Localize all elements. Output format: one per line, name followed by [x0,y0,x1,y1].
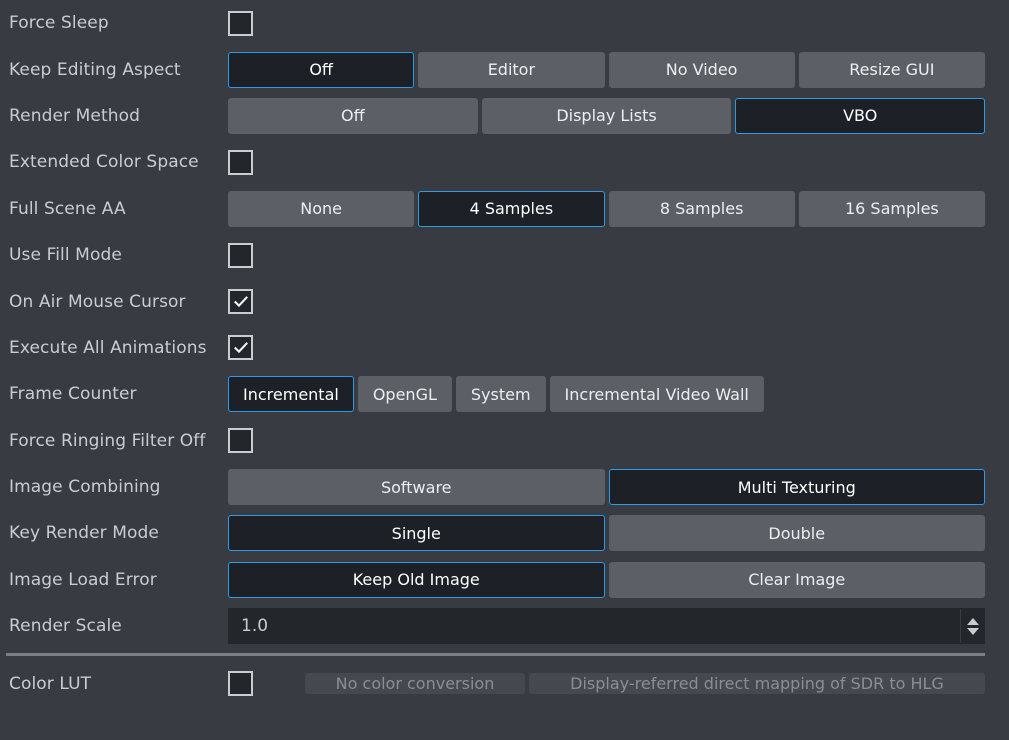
option-4-samples[interactable]: 4 Samples [418,190,605,227]
segmented-group-frame-counter: Incremental OpenGL System Incremental Video… [228,376,985,413]
row-label-color-lut: Color LUT [9,673,92,694]
row-label-render-method: Render Method [9,105,140,126]
row-control-on-air-mouse-cursor [228,278,985,324]
settings-row-frame-counter: Frame Counter Incremental OpenGL System Incr… [0,371,1009,417]
row-label-extended-color-space: Extended Color Space [9,152,199,173]
row-control-frame-counter: Incremental OpenGL System Incremental Video… [228,371,985,417]
row-control-image-load-error: Keep Old Image Clear Image [228,557,985,603]
checkmark-icon [233,342,248,354]
row-control-execute-all-animations [228,325,985,371]
settings-row-on-air-mouse-cursor: On Air Mouse Cursor [0,278,1009,324]
option-multi-texturing[interactable]: Multi Texturing [608,469,985,506]
settings-row-extended-color-space: Extended Color Space [0,139,1009,185]
option-incremental-video-wall[interactable]: Incremental Video Wall [549,376,764,413]
option-double[interactable]: Double [608,515,985,552]
checkbox-extended-color-space[interactable] [228,149,253,175]
row-label-key-render-mode: Key Render Mode [9,523,159,544]
row-label-image-combining: Image Combining [9,477,161,498]
settings-row-force-ringing-filter-off: Force Ringing Filter Off [0,418,1009,464]
row-label-execute-all-animations: Execute All Animations [9,337,207,358]
option-none[interactable]: None [228,190,415,227]
settings-row-color-lut: Color LUT No color conversion Display-refe… [0,660,1009,706]
segmented-group-full-scene-aa: None 4 Samples 8 Samples 16 Samples [228,190,985,227]
settings-row-key-render-mode: Key Render Mode Single Double [0,510,1009,556]
checkbox-force-ringing-filter-off[interactable] [228,428,253,454]
checkbox-execute-all-animations[interactable] [228,335,253,361]
spinbox-value[interactable]: 1.0 [229,616,960,636]
row-label-keep-editing-aspect: Keep Editing Aspect [9,59,181,80]
checkmark-icon [233,295,248,307]
color-lut-control: No color conversion Display-referred dire… [228,666,985,702]
checkbox-force-sleep[interactable] [228,10,253,36]
option-editor[interactable]: Editor [418,51,605,88]
spinbox-arrows[interactable] [960,609,984,644]
row-control-image-combining: Software Multi Texturing [228,464,985,510]
option-16-samples[interactable]: 16 Samples [798,190,985,227]
row-control-render-scale: 1.0 [228,603,985,649]
option-8-samples[interactable]: 8 Samples [608,190,795,227]
row-control-force-sleep [228,0,985,46]
option-no-color-conversion: No color conversion [305,673,525,695]
row-label-frame-counter: Frame Counter [9,384,137,405]
settings-row-keep-editing-aspect: Keep Editing Aspect Off Editor No Video Resi… [0,46,1009,92]
segmented-group-image-combining: Software Multi Texturing [228,469,985,506]
checkbox-use-fill-mode[interactable] [228,242,253,268]
render-settings-panel: Force Sleep Keep Editing Aspect Off Editor N… [0,0,1009,740]
option-display-lists[interactable]: Display Lists [481,97,732,134]
option-display-referred-direct-mapping-of-sdr-to-hlg: Display-referred direct mapping of SDR t… [529,673,985,695]
settings-row-render-scale: Render Scale 1.0 [0,603,1009,649]
settings-row-use-fill-mode: Use Fill Mode [0,232,1009,278]
row-label-use-fill-mode: Use Fill Mode [9,245,122,266]
row-control-key-render-mode: Single Double [228,510,985,556]
spinbox-render-scale[interactable]: 1.0 [228,608,985,645]
option-off[interactable]: Off [228,97,478,134]
option-keep-old-image[interactable]: Keep Old Image [228,561,605,598]
row-control-extended-color-space [228,139,985,185]
option-resize-gui[interactable]: Resize GUI [798,51,985,88]
segmented-group-keep-editing-aspect: Off Editor No Video Resize GUI [228,51,985,88]
row-label-force-ringing-filter-off: Force Ringing Filter Off [9,430,206,451]
settings-row-force-sleep: Force Sleep [0,0,1009,46]
option-off[interactable]: Off [228,51,415,88]
row-label-full-scene-aa: Full Scene AA [9,198,126,219]
section-divider [6,653,985,657]
segmented-group-render-method: Off Display Lists VBO [228,97,986,134]
row-label-render-scale: Render Scale [9,616,122,637]
settings-row-full-scene-aa: Full Scene AA None 4 Samples 8 Samples 16 Sa… [0,186,1009,232]
row-control-color-lut: No color conversion Display-referred dire… [228,660,985,706]
option-single[interactable]: Single [228,515,605,552]
checkbox-on-air-mouse-cursor[interactable] [228,289,253,315]
settings-row-render-method: Render Method Off Display Lists VBO [0,93,1009,139]
row-label-image-load-error: Image Load Error [9,569,157,590]
row-label-on-air-mouse-cursor: On Air Mouse Cursor [9,291,186,312]
row-control-render-method: Off Display Lists VBO [228,93,986,139]
spinner-up-arrow-icon[interactable] [966,617,979,625]
option-system[interactable]: System [455,376,546,413]
option-clear-image[interactable]: Clear Image [608,561,985,598]
settings-row-execute-all-animations: Execute All Animations [0,325,1009,371]
option-software[interactable]: Software [228,469,605,506]
segmented-group-image-load-error: Keep Old Image Clear Image [228,561,985,598]
row-control-use-fill-mode [228,232,985,278]
segmented-group-key-render-mode: Single Double [228,515,985,552]
option-opengl[interactable]: OpenGL [357,376,452,413]
checkbox-color-lut[interactable] [228,671,253,697]
row-label-force-sleep: Force Sleep [9,13,109,34]
option-vbo[interactable]: VBO [735,97,986,134]
row-control-keep-editing-aspect: Off Editor No Video Resize GUI [228,46,985,92]
settings-row-image-combining: Image Combining Software Multi Texturing [0,464,1009,510]
spinner-down-arrow-icon[interactable] [966,627,979,635]
row-control-force-ringing-filter-off [228,418,985,464]
settings-row-image-load-error: Image Load Error Keep Old Image Clear Imag… [0,557,1009,603]
row-control-full-scene-aa: None 4 Samples 8 Samples 16 Samples [228,186,985,232]
option-incremental[interactable]: Incremental [228,376,354,413]
option-no-video[interactable]: No Video [608,51,795,88]
